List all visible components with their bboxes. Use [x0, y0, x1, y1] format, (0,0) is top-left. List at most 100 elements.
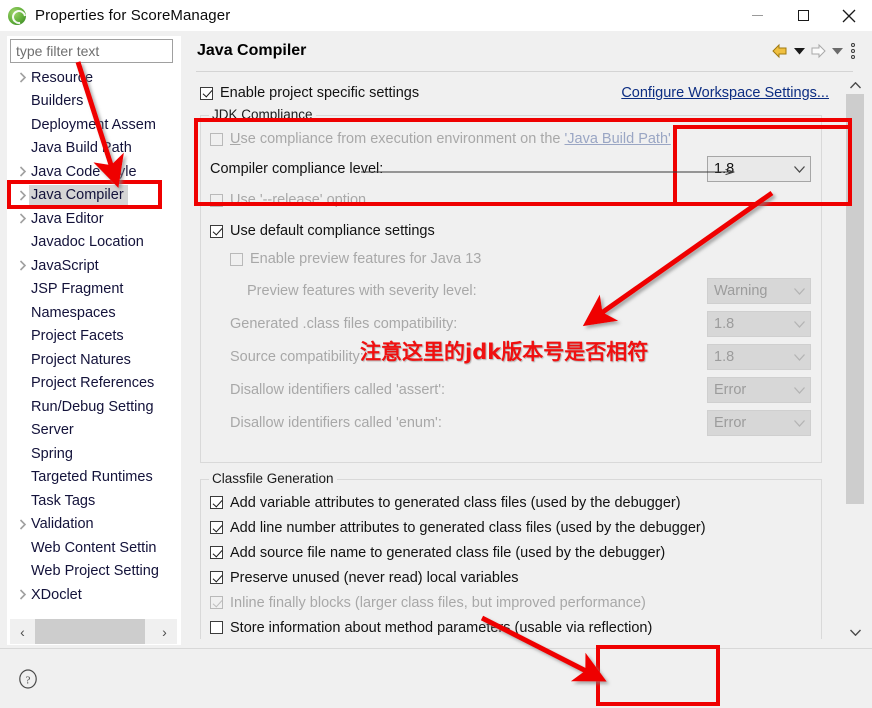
- sidebar-item-java-build-path[interactable]: Java Build Path: [10, 137, 177, 161]
- properties-dialog: Properties for ScoreManager Resource Buil…: [0, 0, 872, 708]
- classfile-option-checkbox[interactable]: [210, 596, 223, 609]
- eclipse-green-icon: [8, 6, 26, 25]
- sidebar-item-java-compiler[interactable]: Java Compiler: [10, 184, 177, 208]
- sidebar-item-server[interactable]: Server: [10, 419, 177, 443]
- hscroll-thumb[interactable]: [35, 619, 145, 644]
- sidebar-item-resource[interactable]: Resource: [10, 66, 177, 90]
- sidebar-item-javascript[interactable]: JavaScript: [10, 254, 177, 278]
- classfile-option-checkbox[interactable]: [210, 546, 223, 559]
- content-vertical-scrollbar[interactable]: [846, 76, 864, 641]
- class-files-compatibility-dropdown[interactable]: 1.8: [707, 311, 811, 337]
- preview-severity-dropdown[interactable]: Warning: [707, 278, 811, 304]
- configure-workspace-settings-link[interactable]: Configure Workspace Settings...: [621, 85, 829, 101]
- settings-tree[interactable]: Resource Builders Deployment Assem Java Bui…: [10, 66, 177, 617]
- sidebar-item-run-debug-setting[interactable]: Run/Debug Setting: [10, 395, 177, 419]
- use-default-compliance-checkbox[interactable]: [210, 224, 223, 238]
- sidebar-item-javadoc-location[interactable]: Javadoc Location: [10, 231, 177, 255]
- back-history-caret-down-icon[interactable]: [791, 41, 807, 61]
- class-files-compatibility-value: 1.8: [714, 316, 735, 332]
- classfile-option-row[interactable]: Add line number attributes to generated …: [210, 515, 815, 540]
- scroll-down-icon[interactable]: [846, 623, 864, 641]
- classfile-generation-group: Classfile Generation Add variable attrib…: [200, 471, 822, 639]
- use-compliance-from-ee-checkbox[interactable]: [210, 132, 223, 146]
- window-title: Properties for ScoreManager: [35, 7, 231, 24]
- disallow-assert-dropdown[interactable]: Error: [707, 377, 811, 403]
- classfile-option-checkbox[interactable]: [210, 496, 223, 509]
- use-compliance-from-ee-row[interactable]: Use compliance from execution environmen…: [210, 131, 671, 147]
- compiler-compliance-level-label: Compiler compliance level:: [210, 161, 384, 177]
- sidebar-item-targeted-runtimes[interactable]: Targeted Runtimes: [10, 466, 177, 490]
- classfile-option-checkbox[interactable]: [210, 621, 223, 634]
- vscroll-track[interactable]: [846, 94, 864, 623]
- minimize-button[interactable]: [734, 0, 780, 31]
- close-button[interactable]: [826, 0, 872, 31]
- sidebar-item-project-facets[interactable]: Project Facets: [10, 325, 177, 349]
- sidebar-item-builders[interactable]: Builders: [10, 90, 177, 114]
- sidebar-item-web-project-setting[interactable]: Web Project Setting: [10, 560, 177, 584]
- chevron-right-icon[interactable]: [14, 213, 31, 224]
- java-build-path-link[interactable]: 'Java Build Path': [565, 131, 671, 147]
- scroll-right-icon[interactable]: ›: [152, 619, 177, 644]
- classfile-option-checkbox[interactable]: [210, 521, 223, 534]
- enable-project-specific-row[interactable]: Enable project specific settings: [200, 85, 419, 101]
- sidebar-item-jsp-fragment[interactable]: JSP Fragment: [10, 278, 177, 302]
- sidebar-item-namespaces[interactable]: Namespaces: [10, 301, 177, 325]
- title-bar: Properties for ScoreManager: [0, 0, 872, 31]
- enable-preview-features-checkbox[interactable]: [230, 252, 243, 266]
- sidebar-item-xdoclet[interactable]: XDoclet: [10, 583, 177, 607]
- classfile-option-row[interactable]: Add variable attributes to generated cla…: [210, 490, 815, 515]
- sidebar-item-label: Builders: [31, 93, 84, 110]
- jdk-compliance-group: JDK Compliance Use compliance from execu…: [200, 107, 822, 463]
- pane-divider: [196, 71, 853, 72]
- use-release-option-row[interactable]: Use '--release' option: [210, 192, 366, 208]
- hscroll-track[interactable]: [35, 619, 152, 644]
- sidebar-item-project-natures[interactable]: Project Natures: [10, 348, 177, 372]
- chevron-right-icon[interactable]: [14, 72, 31, 83]
- chevron-down-icon: [788, 287, 810, 295]
- settings-scroll-region: Enable project specific settings Configu…: [196, 77, 853, 639]
- back-arrow-icon[interactable]: [769, 41, 791, 61]
- maximize-button[interactable]: [780, 0, 826, 31]
- classfile-option-label: Add source file name to generated class …: [230, 544, 666, 561]
- classfile-option-row[interactable]: Preserve unused (never read) local varia…: [210, 565, 815, 590]
- sidebar-item-label: Web Content Settin: [31, 539, 157, 556]
- sidebar-item-java-code-style[interactable]: Java Code Style: [10, 160, 177, 184]
- sidebar-item-spring[interactable]: Spring: [10, 442, 177, 466]
- vscroll-thumb[interactable]: [846, 94, 864, 504]
- sidebar-item-label: Deployment Assem: [31, 116, 156, 133]
- enable-preview-features-row[interactable]: Enable preview features for Java 13: [230, 251, 481, 267]
- chevron-right-icon[interactable]: [14, 519, 31, 530]
- sidebar-item-web-content-settin[interactable]: Web Content Settin: [10, 536, 177, 560]
- sidebar-item-label: JavaScript: [31, 257, 99, 274]
- classfile-option-checkbox[interactable]: [210, 571, 223, 584]
- sidebar-horizontal-scrollbar[interactable]: ‹ ›: [10, 619, 177, 644]
- scroll-left-icon[interactable]: ‹: [10, 619, 35, 644]
- compiler-compliance-level-dropdown[interactable]: 1.8: [707, 156, 811, 182]
- search-input[interactable]: [10, 39, 173, 63]
- help-question-icon[interactable]: ?: [18, 669, 38, 689]
- classfile-option-row[interactable]: Store information about method parameter…: [210, 615, 815, 639]
- vertical-dots-icon[interactable]: [845, 41, 861, 61]
- scroll-up-icon[interactable]: [846, 76, 864, 94]
- sidebar-item-deployment-assem[interactable]: Deployment Assem: [10, 113, 177, 137]
- sidebar-item-project-references[interactable]: Project References: [10, 372, 177, 396]
- class-files-compatibility-label: Generated .class files compatibility:: [230, 316, 458, 332]
- use-release-option-checkbox[interactable]: [210, 193, 223, 207]
- source-compatibility-dropdown[interactable]: 1.8: [707, 344, 811, 370]
- sidebar-item-label: Project Natures: [31, 351, 131, 368]
- use-default-compliance-label: Use default compliance settings: [230, 223, 435, 239]
- forward-arrow-icon[interactable]: [807, 41, 829, 61]
- forward-history-caret-down-icon[interactable]: [829, 41, 845, 61]
- classfile-option-row[interactable]: Add source file name to generated class …: [210, 540, 815, 565]
- sidebar-item-java-editor[interactable]: Java Editor: [10, 207, 177, 231]
- classfile-option-row[interactable]: Inline finally blocks (larger class file…: [210, 590, 815, 615]
- sidebar-item-validation[interactable]: Validation: [10, 513, 177, 537]
- sidebar-item-task-tags[interactable]: Task Tags: [10, 489, 177, 513]
- chevron-down-icon: [788, 419, 810, 427]
- chevron-right-icon[interactable]: [14, 260, 31, 271]
- chevron-right-icon[interactable]: [14, 589, 31, 600]
- use-default-compliance-row[interactable]: Use default compliance settings: [210, 223, 435, 239]
- disallow-enum-dropdown[interactable]: Error: [707, 410, 811, 436]
- enable-project-specific-checkbox[interactable]: [200, 86, 213, 100]
- chevron-right-icon[interactable]: [14, 166, 31, 177]
